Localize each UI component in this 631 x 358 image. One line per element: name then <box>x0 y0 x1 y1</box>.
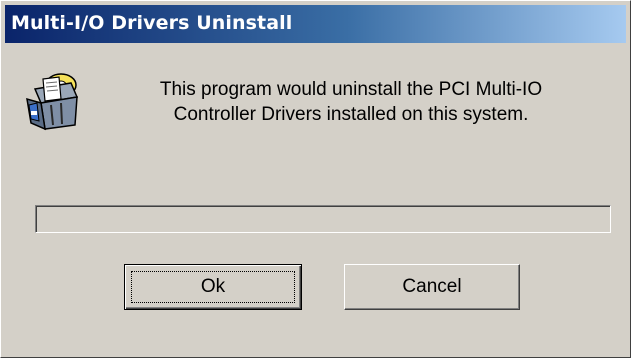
message-line-1: This program would uninstall the PCI Mul… <box>159 79 543 100</box>
ok-button-label: Ok <box>200 276 226 297</box>
uninstall-dialog: Multi-I/O Drivers Uninstall This program… <box>0 0 631 358</box>
cancel-button[interactable]: Cancel <box>344 264 520 310</box>
cancel-button-label: Cancel <box>402 276 462 297</box>
window-title: Multi-I/O Drivers Uninstall <box>11 12 293 34</box>
dialog-message: This program would uninstall the PCI Mul… <box>131 77 571 127</box>
setup-uninstall-icon <box>21 69 89 131</box>
ok-button[interactable]: Ok <box>124 264 302 310</box>
uninstall-progress-bar <box>35 205 611 233</box>
title-bar[interactable]: Multi-I/O Drivers Uninstall <box>5 5 626 43</box>
message-line-2: Controller Drivers installed on this sys… <box>173 104 529 125</box>
